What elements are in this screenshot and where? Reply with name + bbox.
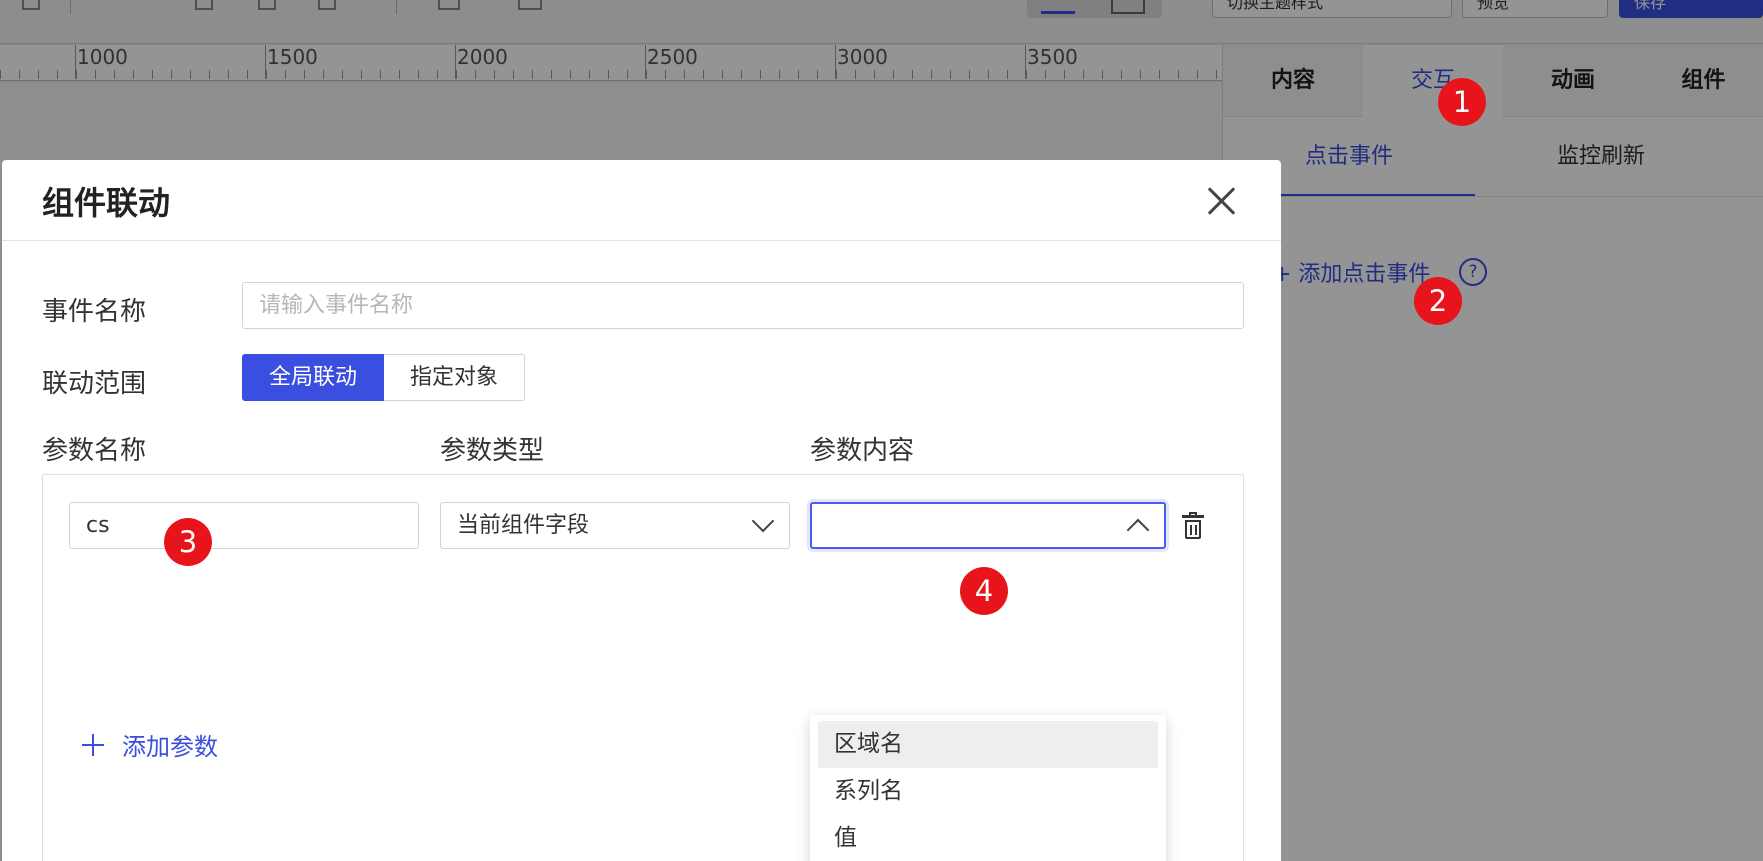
param-name-input[interactable] <box>69 502 419 549</box>
param-type-header: 参数类型 <box>440 436 545 466</box>
component-linkage-dialog: 组件联动 事件名称 联动范围 全局联动 指定对象 参数名称 参数类型 参数内容 … <box>2 160 1281 861</box>
dropdown-option-series-name[interactable]: 系列名 <box>818 768 1158 815</box>
param-content-select[interactable] <box>810 502 1166 549</box>
param-content-dropdown: 区域名 系列名 值 <box>810 715 1166 861</box>
linkage-scope-label: 联动范围 <box>42 369 147 399</box>
event-name-label: 事件名称 <box>42 297 147 327</box>
chevron-down-icon <box>751 509 775 533</box>
step-badge-1: 1 <box>1438 78 1486 126</box>
linkage-scope-toggle: 全局联动 指定对象 <box>242 354 526 401</box>
param-name-header: 参数名称 <box>42 436 147 466</box>
step-badge-4: 4 <box>960 567 1008 615</box>
delete-param-icon[interactable] <box>1182 512 1204 540</box>
add-param-label: 添加参数 <box>122 733 218 761</box>
step-badge-3: 3 <box>164 518 212 566</box>
event-name-input[interactable] <box>242 282 1244 329</box>
close-icon[interactable] <box>1202 182 1240 220</box>
dialog-header: 组件联动 <box>2 160 1281 241</box>
chevron-up-icon <box>1126 518 1150 542</box>
scope-specific-button[interactable]: 指定对象 <box>384 354 526 401</box>
dropdown-option-region-name[interactable]: 区域名 <box>818 721 1158 768</box>
add-param-button[interactable]: 添加参数 <box>82 727 218 762</box>
step-badge-2: 2 <box>1414 277 1462 325</box>
param-content-header: 参数内容 <box>810 436 915 466</box>
param-type-select[interactable]: 当前组件字段 <box>440 502 790 549</box>
dialog-title: 组件联动 <box>42 184 171 222</box>
param-type-value: 当前组件字段 <box>457 513 590 538</box>
dropdown-option-value[interactable]: 值 <box>818 815 1158 861</box>
scope-global-button[interactable]: 全局联动 <box>242 354 385 401</box>
plus-icon <box>82 733 104 756</box>
